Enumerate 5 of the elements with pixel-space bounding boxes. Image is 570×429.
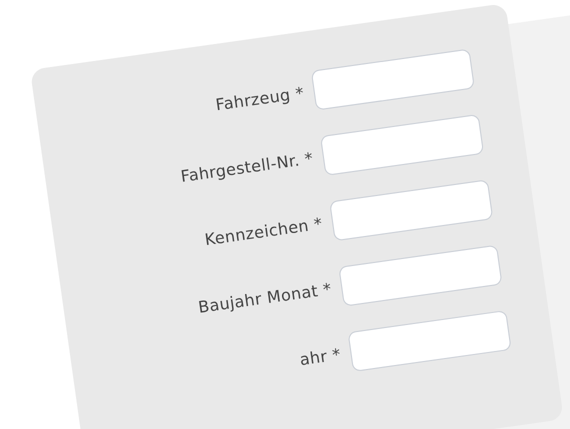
field-label: Fahrgestell-Nr. * (179, 148, 314, 186)
field-label: ahr * (298, 344, 342, 369)
field-label: Fahrzeug * (214, 82, 306, 114)
field-label: Kennzeichen * (204, 213, 324, 249)
field-label: Baujahr Monat * (196, 278, 333, 316)
